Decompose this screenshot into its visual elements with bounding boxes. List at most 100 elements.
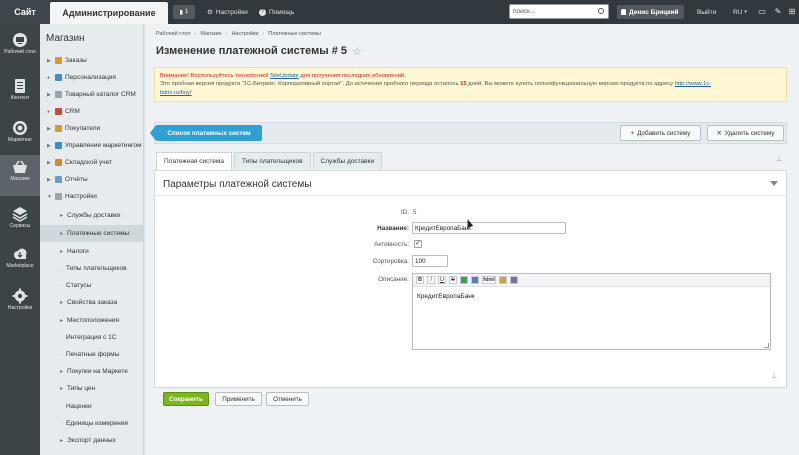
submenu-print-forms[interactable]: · Печатные формы [40, 346, 144, 363]
buy-link[interactable]: http://www.1c- [675, 81, 711, 87]
menu-item-marketing[interactable]: ▶ Управление маркетингом [40, 137, 144, 154]
submenu-order-properties[interactable]: ▸ Свойства заказа [40, 294, 144, 311]
submenu-1c-integration[interactable]: · Интеграция с 1С [40, 329, 144, 346]
tab-payment-system[interactable]: Платежная система [156, 152, 232, 170]
submenu-price-types[interactable]: ▸ Типы цен [40, 380, 144, 397]
breadcrumb-item[interactable]: Настройки [231, 31, 258, 37]
strike-button[interactable]: S [449, 276, 457, 284]
orders-icon [55, 57, 62, 64]
table-icon[interactable] [471, 276, 479, 284]
menu-item-reports[interactable]: ▶ Отчёты [40, 171, 144, 188]
tab-site[interactable]: Сайт [0, 0, 50, 24]
active-checkbox[interactable]: ✓ [414, 240, 422, 248]
page-title-text: Изменение платежной системы # 5 [156, 45, 348, 57]
submenu-data-export[interactable]: ▸ Экспорт данных [40, 432, 144, 449]
expand-icon[interactable]: ▸ [60, 368, 63, 375]
nav-desktop[interactable]: Рабочий стол [0, 28, 40, 68]
nav-services[interactable]: Сервисы [0, 202, 40, 242]
menu-item-warehouse[interactable]: ▶ Складской учет [40, 154, 144, 171]
expand-icon[interactable]: ▸ [60, 299, 63, 306]
nav-shop[interactable]: Магазин [0, 155, 40, 196]
settings-link[interactable]: ⚙ Настройки [207, 5, 248, 19]
siteupdate-link[interactable]: SiteUpdate [270, 73, 299, 79]
user-icon [621, 9, 626, 15]
sort-input[interactable]: 100 [412, 255, 448, 267]
tab-admin[interactable]: Администрирование [50, 2, 168, 24]
pin-icon[interactable]: ⊥ [776, 155, 782, 163]
buy-link-continued[interactable]: bitrix.ru/buy/ [160, 90, 192, 96]
breadcrumb-item[interactable]: Рабочий стол [156, 31, 191, 37]
breadcrumb-item[interactable]: Магазин [200, 31, 221, 37]
expand-icon[interactable]: ▸ [60, 317, 63, 324]
tab-payer-types[interactable]: Типы плательщиков [234, 152, 311, 169]
payment-systems-list-button[interactable]: Список платежных систем [150, 125, 262, 141]
page-title: Изменение платежной системы # 5 ☆ [156, 45, 362, 58]
submenu-statuses[interactable]: · Статусы [40, 277, 144, 294]
underline-button[interactable]: U [438, 276, 446, 284]
submenu-payment-systems[interactable]: ▸ Платежные системы [40, 225, 144, 242]
submenu-payer-types[interactable]: · Типы плательщиков [40, 260, 144, 277]
expand-icon[interactable]: ▶ [47, 126, 53, 132]
cancel-button[interactable]: Отменить [266, 392, 309, 406]
pin-icon[interactable]: ✎ [773, 6, 783, 17]
expand-icon[interactable]: ▶ [47, 160, 53, 166]
expand-icon[interactable]: ▸ [60, 385, 63, 392]
menu-item-settings[interactable]: ▼ Настройки [40, 188, 144, 205]
submenu-units[interactable]: · Единицы измерения [40, 415, 144, 432]
apply-button[interactable]: Применить [215, 392, 262, 406]
nav-marketing[interactable]: Маркетинг [0, 116, 40, 156]
bold-button[interactable]: B [416, 276, 424, 284]
expand-icon[interactable]: ▸ [60, 212, 63, 219]
expand-icon[interactable]: ▶ [47, 143, 53, 149]
submenu-taxes[interactable]: ▸ Налоги [40, 243, 144, 260]
submenu-locations[interactable]: ▸ Местоположения [40, 312, 144, 329]
help-link[interactable]: ? Помощь [259, 5, 294, 19]
nav-settings[interactable]: Настройки [0, 284, 40, 324]
trial-text: Это пробная версия продукта "1С-Битрикс:… [160, 81, 459, 88]
nav-content[interactable]: Контент [0, 74, 40, 114]
resize-handle[interactable] [764, 343, 769, 348]
minimize-icon[interactable]: ▭ [757, 6, 767, 17]
expand-icon[interactable]: ▸ [60, 437, 63, 444]
user-menu[interactable]: Денис Брицкий [617, 5, 684, 19]
submenu-market-purchases[interactable]: ▸ Покупки на Маркете [40, 363, 144, 380]
chevron-down-icon[interactable] [770, 181, 778, 186]
editor-content[interactable]: КредитЕвропаБанк [417, 293, 475, 300]
notifications-button[interactable]: ▮ 1 [173, 5, 195, 19]
language-selector[interactable]: RU ▾ [733, 5, 747, 19]
menu-item-personalization[interactable]: ● Персонализация [40, 69, 144, 86]
italic-button[interactable]: I [427, 276, 435, 284]
expand-icon[interactable]: ▸ [60, 248, 63, 255]
submenu-markups[interactable]: · Наценки [40, 398, 144, 415]
expand-icon[interactable]: ▶ [47, 177, 53, 183]
menu-item-orders[interactable]: ▶ Заказы [40, 52, 144, 69]
breadcrumb-item[interactable]: Платежные системы [268, 31, 321, 37]
expand-icon[interactable]: ▸ [60, 230, 63, 237]
save-button[interactable]: Сохранить [163, 392, 209, 406]
menu-item-catalog-crm[interactable]: ▶ Товарный каталог CRM [40, 86, 144, 103]
expand-icon[interactable]: ▶ [47, 58, 53, 64]
nav-marketplace[interactable]: Marketplace [0, 242, 40, 282]
delete-system-button[interactable]: ✕ Удалить систему [707, 125, 784, 141]
star-icon[interactable]: ☆ [352, 45, 362, 58]
bullet-icon: ● [47, 108, 51, 115]
tab-delivery-services[interactable]: Службы доставки [312, 152, 383, 169]
name-input[interactable]: КредитЕвропаБанк [412, 222, 566, 234]
pin-icon[interactable]: ⊥ [771, 372, 777, 380]
image-icon[interactable] [460, 276, 468, 284]
grid-icon[interactable]: ⊞ [787, 6, 797, 17]
collapse-icon[interactable]: ▼ [47, 194, 53, 200]
menu-item-customers[interactable]: ▶ Покупатели [40, 120, 144, 137]
logout-link[interactable]: Выйти [697, 5, 716, 19]
menu-item-crm[interactable]: ● CRM [40, 103, 144, 120]
paste-icon[interactable] [499, 276, 507, 284]
expand-icon[interactable]: ▶ [47, 92, 53, 98]
add-system-button[interactable]: + Добавить систему [620, 125, 701, 141]
section-title: Параметры платежной системы [163, 179, 312, 190]
description-editor[interactable]: B I U S html КредитЕвропаБанк [412, 273, 771, 350]
search-icon[interactable] [598, 8, 604, 14]
submenu-delivery[interactable]: ▸ Службы доставки [40, 207, 144, 224]
format-icon[interactable] [510, 276, 518, 284]
html-button[interactable]: html [482, 276, 496, 284]
search-input[interactable]: поиск... [509, 4, 609, 19]
